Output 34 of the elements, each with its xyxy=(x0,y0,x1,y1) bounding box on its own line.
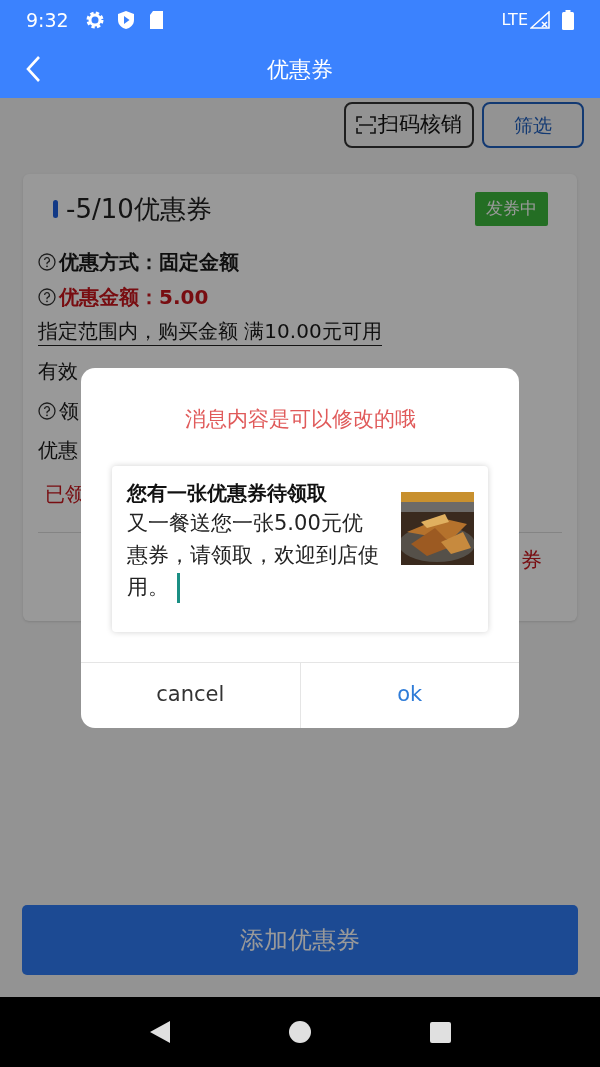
coupon-title: -5/10优惠券 xyxy=(66,192,213,226)
info-text: 有效 xyxy=(38,358,78,385)
back-nav-icon[interactable] xyxy=(149,1020,172,1044)
dialog-title: 消息内容是可以修改的哦 xyxy=(183,406,417,433)
help-icon xyxy=(38,287,56,306)
network-label: LTE xyxy=(501,9,528,31)
shield-icon xyxy=(116,10,135,30)
add-coupon-button[interactable]: 添加优惠券 xyxy=(22,905,578,975)
accent-bar xyxy=(53,200,58,218)
scan-icon xyxy=(356,116,376,134)
page-title: 优惠券 xyxy=(267,55,333,84)
info-text: 领 xyxy=(59,397,79,425)
help-icon xyxy=(38,252,56,271)
home-icon[interactable] xyxy=(289,1021,312,1043)
condition-text: 指定范围内，购买金额 满10.00元可用 xyxy=(38,317,382,346)
message-title: 您有一张优惠券待领取 xyxy=(127,479,328,507)
info-text: 优惠金额：5.00 xyxy=(59,283,209,311)
sd-card-icon xyxy=(148,11,164,29)
gear-icon xyxy=(84,10,105,30)
cancel-button[interactable]: cancel xyxy=(81,662,300,728)
action-link[interactable]: 券 xyxy=(521,545,542,577)
back-icon xyxy=(25,55,41,83)
ok-button[interactable]: ok xyxy=(299,662,519,728)
help-icon xyxy=(38,401,56,420)
status-tag: 发券中 xyxy=(475,192,548,226)
info-text: 优惠 xyxy=(38,437,78,464)
battery-icon xyxy=(562,10,574,30)
filter-button[interactable]: 筛选 xyxy=(482,102,584,148)
info-text: 优惠方式：固定金额 xyxy=(59,248,239,276)
message-field[interactable]: 又一餐送您一张5.00元优惠券，请领取，欢迎到店使用。 xyxy=(127,506,381,603)
scan-button[interactable]: 扫码核销 xyxy=(344,102,474,148)
recents-icon[interactable] xyxy=(429,1021,451,1043)
status-time: 9:32 xyxy=(26,7,69,33)
signal-icon xyxy=(530,11,550,29)
